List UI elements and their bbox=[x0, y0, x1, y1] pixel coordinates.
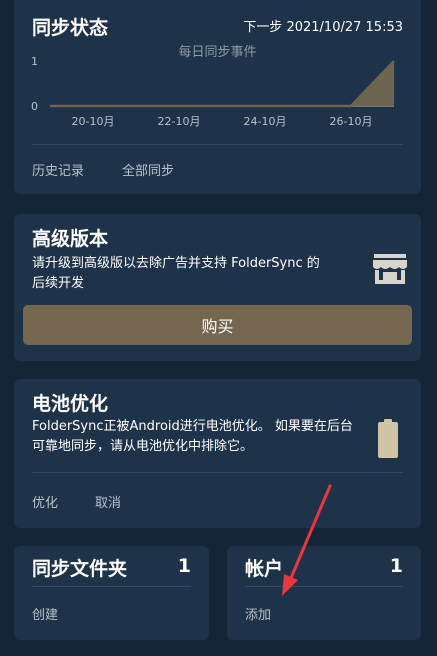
sync-folders-count: 1 bbox=[177, 555, 191, 577]
sync-folders-card[interactable]: 同步文件夹 1 创建 bbox=[14, 546, 209, 640]
accounts-title: 帐户 bbox=[245, 558, 284, 580]
battery-card: 电池优化 FolderSync正被Android进行电池优化。 如果要在后台可靠… bbox=[14, 379, 421, 528]
sync-all-link[interactable]: 全部同步 bbox=[122, 160, 174, 179]
daily-sync-chart: 0 1 20-10月 22-10月 24-10月 26-10月 bbox=[31, 55, 395, 128]
sync-folders-divider bbox=[32, 586, 191, 587]
create-folder-link[interactable]: 创建 bbox=[32, 604, 58, 623]
add-account-link[interactable]: 添加 bbox=[245, 604, 271, 623]
y-tick-label: 0 bbox=[31, 100, 38, 113]
store-icon bbox=[373, 254, 407, 284]
sync-status-title: 同步状态 bbox=[32, 17, 109, 39]
optimize-link[interactable]: 优化 bbox=[32, 492, 58, 511]
next-sync-time: 下一步 2021/10/27 15:53 bbox=[243, 20, 403, 35]
chart-series-line bbox=[50, 60, 395, 108]
battery-title: 电池优化 bbox=[32, 393, 109, 415]
accounts-count: 1 bbox=[389, 555, 403, 577]
x-tick-label: 22-10月 bbox=[158, 115, 201, 128]
sync-status-card: 同步状态 下一步 2021/10/27 15:53 每日同步事件 0 1 20-10… bbox=[14, 0, 421, 194]
y-tick-label: 1 bbox=[31, 55, 38, 68]
x-tick-label: 26-10月 bbox=[330, 115, 373, 128]
accounts-divider bbox=[245, 586, 403, 587]
battery-description: FolderSync正被Android进行电池优化。 如果要在后台可靠地同步，请… bbox=[32, 419, 353, 454]
premium-card: 高级版本 请升级到高级版以去除广告并支持 FolderSync 的后续开发 购买 bbox=[14, 214, 421, 361]
buy-button-label: 购买 bbox=[201, 317, 234, 336]
accounts-card[interactable]: 帐户 1 添加 bbox=[227, 546, 421, 640]
x-tick-label: 24-10月 bbox=[244, 115, 287, 128]
sync-status-divider bbox=[32, 144, 403, 145]
history-link[interactable]: 历史记录 bbox=[32, 160, 84, 179]
x-tick-label: 20-10月 bbox=[72, 115, 115, 128]
battery-icon bbox=[378, 419, 398, 458]
buy-button[interactable]: 购买 bbox=[23, 305, 412, 345]
sync-folders-title: 同步文件夹 bbox=[32, 558, 128, 580]
premium-description: 请升级到高级版以去除广告并支持 FolderSync 的后续开发 bbox=[32, 256, 320, 291]
battery-divider bbox=[32, 472, 403, 473]
chart-area bbox=[50, 61, 394, 106]
premium-title: 高级版本 bbox=[32, 228, 109, 250]
cancel-link[interactable]: 取消 bbox=[95, 492, 121, 511]
